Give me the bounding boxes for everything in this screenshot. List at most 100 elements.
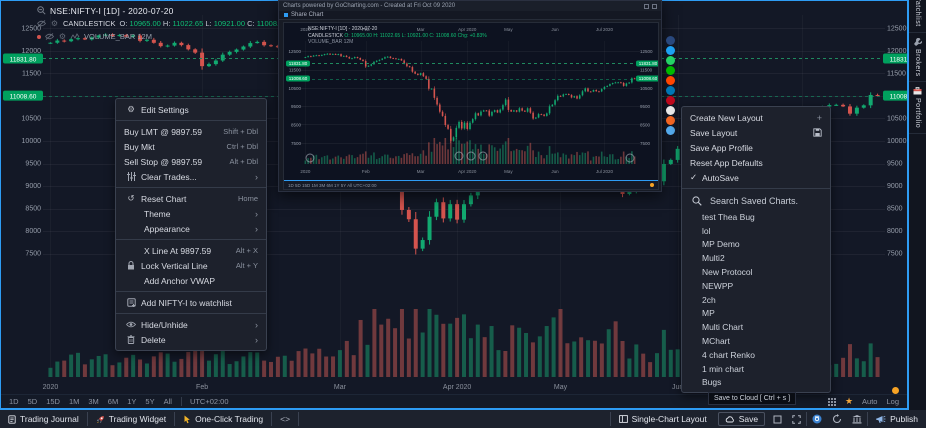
right-dock: Watchlist Brokers Portfolio (908, 0, 926, 410)
popup-close-icon[interactable] (652, 4, 657, 9)
menu-item-create-new-layout[interactable]: Create New Layout+ (682, 110, 830, 125)
single-chart-layout-button[interactable]: Single-Chart Layout (611, 410, 715, 428)
journal-icon (8, 415, 16, 424)
share-email-icon[interactable] (666, 106, 675, 115)
menu-item-hide-unhide[interactable]: Hide/Unhide› (116, 317, 266, 332)
log-scale-toggle[interactable]: Log (886, 397, 899, 406)
gear-icon[interactable]: ⚙ (58, 32, 67, 41)
wave-icon (71, 32, 80, 41)
eye-icon (124, 321, 138, 328)
trading-app: NSE:NIFTY-I [1D] - 2020-07-20 ⚙ CANDLEST… (0, 0, 926, 428)
share-rss-icon[interactable] (666, 116, 675, 125)
saved-chart-item[interactable]: Multi2 (682, 251, 830, 265)
maximize-pane-icon[interactable] (768, 410, 787, 428)
pointer-icon (183, 415, 191, 424)
share-line-icon[interactable] (666, 66, 675, 75)
tf-6m[interactable]: 6M (108, 397, 118, 406)
share-linkedin-icon[interactable] (666, 86, 675, 95)
tf-1m[interactable]: 1M (69, 397, 79, 406)
saved-chart-item[interactable]: 2ch (682, 293, 830, 307)
menu-item-edit-settings[interactable]: ⚙Edit Settings (116, 102, 266, 117)
menu-item-theme[interactable]: Theme› (116, 206, 266, 221)
favorite-star-icon[interactable]: ★ (845, 396, 853, 407)
divider (116, 291, 266, 292)
saved-chart-item[interactable]: lol (682, 224, 830, 238)
share-pinterest-icon[interactable] (666, 96, 675, 105)
menu-item-reset-chart[interactable]: ↺Reset ChartHome (116, 191, 266, 206)
tf-5d[interactable]: 5D (28, 397, 38, 406)
gear-icon: ⚙ (124, 104, 138, 115)
trading-journal-button[interactable]: Trading Journal (0, 410, 87, 428)
trading-widget-button[interactable]: Trading Widget (88, 410, 174, 428)
timezone-label[interactable]: UTC+02:00 (190, 397, 229, 406)
tf-all[interactable]: All (164, 397, 172, 406)
rocket-icon (96, 415, 105, 424)
brokers-tab-label: Brokers (914, 49, 921, 77)
menu-item-clear-trades[interactable]: Clear Trades...› (116, 169, 266, 184)
popup-tab[interactable]: Share Chart (279, 11, 661, 20)
saved-chart-item[interactable]: MP (682, 307, 830, 321)
series-label: CANDLESTICK (63, 19, 116, 28)
saved-charts-search[interactable]: Search Saved Charts. (682, 192, 830, 210)
exchange-icon[interactable] (847, 410, 867, 428)
menu-item-delete[interactable]: Delete› (116, 332, 266, 347)
tab-brokers[interactable]: Brokers (909, 33, 926, 83)
fullscreen-icon[interactable] (787, 410, 806, 428)
share-facebook-icon[interactable] (666, 36, 675, 45)
tab-watchlist[interactable]: Watchlist (909, 0, 926, 33)
divider (116, 239, 266, 240)
saved-chart-item[interactable]: 4 chart Renko (682, 348, 830, 362)
lock-icon (124, 261, 138, 270)
zoom-out-icon[interactable] (37, 6, 46, 15)
menu-item-save-layout[interactable]: Save Layout (682, 125, 830, 140)
menu-item-x-line[interactable]: X Line At 9897.59Alt + X (116, 243, 266, 258)
saved-chart-item[interactable]: NEWPP (682, 279, 830, 293)
l-label: L: (205, 19, 211, 28)
portfolio-icon (913, 87, 922, 95)
menu-item-add-watchlist[interactable]: Add NIFTY-I to watchlist (116, 295, 266, 310)
menu-item-sell-stop[interactable]: Sell Stop @ 9897.59Alt + Dbl (116, 154, 266, 169)
publish-button[interactable]: Publish (868, 410, 926, 428)
volume-label: VOLUME_BAR (84, 32, 135, 41)
menu-item-lock-vertical[interactable]: Lock Vertical LineAlt + Y (116, 258, 266, 273)
saved-chart-item[interactable]: MChart (682, 334, 830, 348)
menu-item-buy-mkt[interactable]: Buy MktCtrl + Dbl (116, 139, 266, 154)
tf-3m[interactable]: 3M (88, 397, 98, 406)
one-click-trading-button[interactable]: One-Click Trading (175, 410, 271, 428)
saved-chart-item[interactable]: Bugs (682, 376, 830, 390)
tf-15d[interactable]: 15D (46, 397, 60, 406)
share-reddit-icon[interactable] (666, 76, 675, 85)
code-snippet-button[interactable]: <> (272, 410, 298, 428)
save-button[interactable]: Save (718, 412, 765, 426)
share-whatsapp-icon[interactable] (666, 56, 675, 65)
gear-icon[interactable]: ⚙ (50, 19, 59, 28)
share-twitter-icon[interactable] (666, 46, 675, 55)
menu-item-anchor-vwap[interactable]: Add Anchor VWAP (116, 273, 266, 288)
eye-off-icon[interactable] (37, 19, 46, 28)
tf-5y[interactable]: 5Y (145, 397, 154, 406)
tf-1y[interactable]: 1Y (127, 397, 136, 406)
popup-expand-icon[interactable] (644, 4, 649, 9)
saved-chart-item[interactable]: New Protocol (682, 265, 830, 279)
camera-icon[interactable] (807, 410, 827, 428)
saved-chart-item[interactable]: Multi Chart (682, 320, 830, 334)
share-telegram-icon[interactable] (666, 126, 675, 135)
menu-item-buy-lmt[interactable]: Buy LMT @ 9897.59Shift + Dbl (116, 124, 266, 139)
menu-item-save-app-profile[interactable]: Save App Profile (682, 140, 830, 155)
menu-item-autosave[interactable]: ✓AutoSave (682, 170, 830, 185)
check-icon: ✓ (690, 172, 702, 183)
saved-chart-item[interactable]: 1 min chart (682, 362, 830, 376)
grid-icon[interactable] (828, 398, 836, 406)
eye-off-icon[interactable] (45, 32, 54, 41)
menu-item-appearance[interactable]: Appearance› (116, 221, 266, 236)
watchlist-tab-label: Watchlist (914, 0, 921, 27)
tab-portfolio[interactable]: Portfolio (909, 82, 926, 134)
menu-item-reset-app-defaults[interactable]: Reset App Defaults (682, 155, 830, 170)
popup-screenshot: NSE:NIFTY-I [1D] - 2020-07-20 CANDLESTIC… (283, 22, 659, 190)
auto-scale-toggle[interactable]: Auto (862, 397, 877, 406)
tf-1d[interactable]: 1D (9, 397, 19, 406)
c-label: C: (247, 19, 255, 28)
saved-chart-item[interactable]: test Thea Bug (682, 210, 830, 224)
saved-chart-item[interactable]: MP Demo (682, 238, 830, 252)
sync-icon[interactable] (827, 410, 847, 428)
